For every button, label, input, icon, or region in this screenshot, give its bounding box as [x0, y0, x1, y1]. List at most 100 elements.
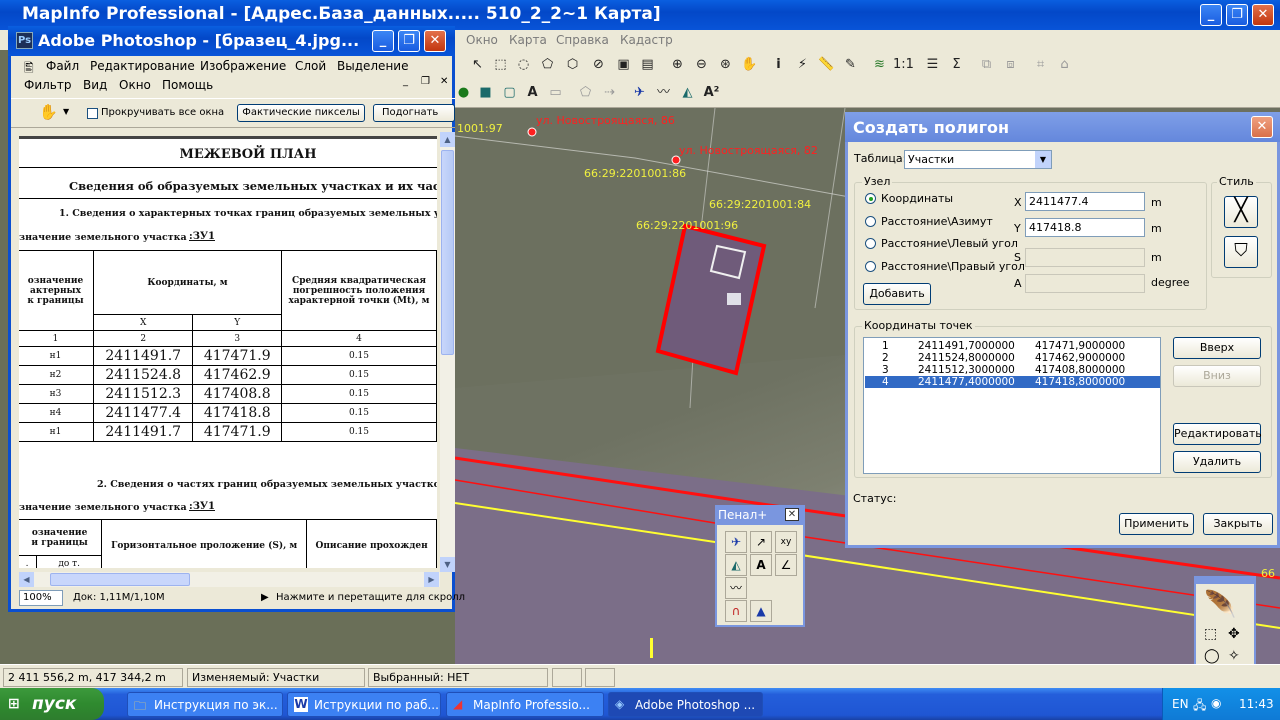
frame-icon[interactable]: ▭ [545, 83, 566, 104]
dialog-close-button[interactable]: ✕ [1251, 116, 1273, 138]
status-arrow-icon[interactable]: ▶ [261, 592, 269, 603]
h-scroll-thumb[interactable] [50, 573, 190, 586]
photoshop-window[interactable]: Ps Adobe Photoshop - [бразец_4.jpg... _ … [8, 26, 465, 612]
region-style-button[interactable]: ⛉ [1224, 236, 1258, 268]
ruler-icon[interactable]: 📏 [816, 55, 837, 76]
penal-tool-text-icon[interactable]: A [750, 554, 772, 576]
minimize-button[interactable]: _ [1200, 4, 1222, 26]
edit-button[interactable]: Редактировать [1173, 423, 1262, 445]
photoshop-titlebar[interactable]: Ps Adobe Photoshop - [бразец_4.jpg... _ … [8, 26, 455, 56]
a-input[interactable] [1025, 274, 1145, 293]
marquee-icon[interactable]: ⬚ [1204, 626, 1217, 642]
scroll-all-checkbox[interactable] [87, 108, 98, 119]
statistics-icon[interactable]: Σ [946, 55, 967, 76]
task-instruction[interactable]: 🗀 Инструкция по эк... [127, 692, 283, 717]
start-button[interactable]: ⊞ пуск [0, 688, 104, 720]
tool-a-icon[interactable]: ⌗ [1030, 55, 1051, 76]
delete-button[interactable]: Удалить [1173, 451, 1261, 473]
invert-select-icon[interactable]: ▣ [613, 55, 634, 76]
penal-toolbox[interactable]: Пенал+ ✕ ✈ ↗ xy ◭ A ∠ 〰 ∩ ▲ [715, 505, 805, 627]
polygon-select-icon[interactable]: ⬠ [537, 55, 558, 76]
radio-distance-right[interactable] [865, 261, 876, 272]
unselect-icon[interactable]: ⊘ [588, 55, 609, 76]
change-view-icon[interactable]: ⊛ [715, 55, 736, 76]
penal-tool-line-icon[interactable]: 〰 [725, 577, 747, 599]
apply-button[interactable]: Применить [1119, 513, 1194, 535]
list-item[interactable]: 1 2411491,7000000 417471,9000000 [865, 340, 1160, 352]
tool-b-icon[interactable]: ⌂ [1054, 55, 1075, 76]
ps-menu-help[interactable]: Помощь [162, 78, 213, 92]
close-dialog-button[interactable]: Закрыть [1203, 513, 1273, 535]
symbol-style-icon[interactable]: ✈ [629, 83, 650, 104]
line-style-button[interactable]: ╳ [1224, 196, 1258, 228]
selected-layer[interactable]: Выбранный: НЕТ [368, 668, 548, 687]
fit-screen-button[interactable]: Подогнать по [373, 104, 455, 122]
ps-menu-window[interactable]: Окно [119, 78, 151, 92]
ps-menu-image[interactable]: Изображение [200, 59, 286, 73]
select-arrow-icon[interactable]: ↖ [467, 55, 488, 76]
info-icon[interactable]: i [768, 55, 789, 76]
penal-tool-xy-icon[interactable]: ↗ [750, 531, 772, 553]
ps-menu-layer[interactable]: Слой [295, 59, 326, 73]
penal-tool-coords-icon[interactable]: xy [775, 531, 797, 553]
rectangle-icon[interactable]: ■ [475, 83, 496, 104]
legend-icon[interactable]: ☰ [922, 55, 943, 76]
tool-preset-arrow-icon[interactable]: ▼ [63, 107, 69, 116]
line-style-icon[interactable]: 〰 [653, 83, 674, 104]
text-tool-icon[interactable]: A [522, 83, 543, 104]
zoom-in-icon[interactable]: ⊕ [667, 55, 688, 76]
zoom-field[interactable]: 100% [19, 590, 63, 606]
dialog-titlebar[interactable]: Создать полигон ✕ [845, 112, 1280, 142]
ps-menu-file[interactable]: Файл [46, 59, 79, 73]
radio-distance-azimuth[interactable] [865, 216, 876, 227]
create-polygon-dialog[interactable]: Создать полигон ✕ Таблица: Участки ▼ Узе… [845, 112, 1280, 548]
chevron-down-icon[interactable]: ▼ [1035, 151, 1051, 168]
radio-coordinates[interactable] [865, 193, 876, 204]
hand-tool-icon[interactable]: ✋ [39, 103, 58, 121]
grabber-hand-icon[interactable]: ✋ [739, 55, 760, 76]
penal-tool-region-icon[interactable]: ◭ [725, 554, 747, 576]
radius-select-icon[interactable]: ◌ [513, 55, 534, 76]
graph-select-icon[interactable]: ▤ [637, 55, 658, 76]
maximize-button[interactable]: ❐ [1226, 4, 1248, 26]
penal-tool-triangle-icon[interactable]: ▲ [750, 600, 772, 622]
ps-doc-minimize-icon[interactable]: _ [403, 76, 408, 87]
marquee-select-icon[interactable]: ⬚ [490, 55, 511, 76]
scroll-up-icon[interactable]: ▲ [440, 132, 455, 147]
ellipse-icon[interactable]: ● [453, 83, 474, 104]
menu-cadastre[interactable]: Кадастр [620, 33, 673, 47]
rounded-rect-icon[interactable]: ▢ [499, 83, 520, 104]
s-input[interactable] [1025, 248, 1145, 267]
ps-minimize-button[interactable]: _ [372, 30, 394, 52]
layer-control-icon[interactable]: ≋ [869, 55, 890, 76]
lasso-icon[interactable]: ◯ [1204, 648, 1220, 664]
add-button[interactable]: Добавить [863, 283, 931, 305]
menu-help[interactable]: Справка [556, 33, 609, 47]
move-down-button[interactable]: Вниз [1173, 365, 1261, 387]
document-canvas[interactable]: МЕЖЕВОЙ ПЛАН Сведения об образуемых земе… [19, 136, 437, 568]
reshape-icon[interactable]: ⧈ [1000, 55, 1021, 76]
penal-titlebar[interactable]: Пенал+ ✕ [715, 505, 805, 525]
add-node-icon[interactable]: ⇢ [599, 83, 620, 104]
language-indicator[interactable]: EN [1172, 697, 1189, 711]
menu-map[interactable]: Карта [509, 33, 547, 47]
ruler-scale-icon[interactable]: 1:1 [893, 55, 914, 76]
radio-distance-left[interactable] [865, 238, 876, 249]
move-icon[interactable]: ✥ [1228, 626, 1240, 642]
penal-close-icon[interactable]: ✕ [785, 508, 799, 521]
ps-vertical-scrollbar[interactable]: ▲ ▼ [440, 132, 455, 572]
ps-doc-close-icon[interactable]: ✕ [440, 76, 448, 87]
y-input[interactable]: 417418.8 [1025, 218, 1145, 237]
list-item[interactable]: 2 2411524,8000000 417462,9000000 [865, 352, 1160, 364]
x-input[interactable]: 2411477.4 [1025, 192, 1145, 211]
text-style-icon[interactable]: A² [701, 83, 722, 104]
ps-close-button[interactable]: ✕ [424, 30, 446, 52]
scroll-right-icon[interactable]: ▶ [424, 572, 439, 587]
zoom-out-icon[interactable]: ⊖ [691, 55, 712, 76]
reshape-node-icon[interactable]: ⬠ [575, 83, 596, 104]
ps-doc-restore-icon[interactable]: ❐ [421, 76, 430, 87]
list-item-selected[interactable]: 4 2411477,4000000 417418,8000000 [865, 376, 1160, 388]
editable-layer[interactable]: Изменяемый: Участки [187, 668, 365, 687]
penal-tool-angle-icon[interactable]: ∠ [775, 554, 797, 576]
list-item[interactable]: 3 2411512,3000000 417408,8000000 [865, 364, 1160, 376]
